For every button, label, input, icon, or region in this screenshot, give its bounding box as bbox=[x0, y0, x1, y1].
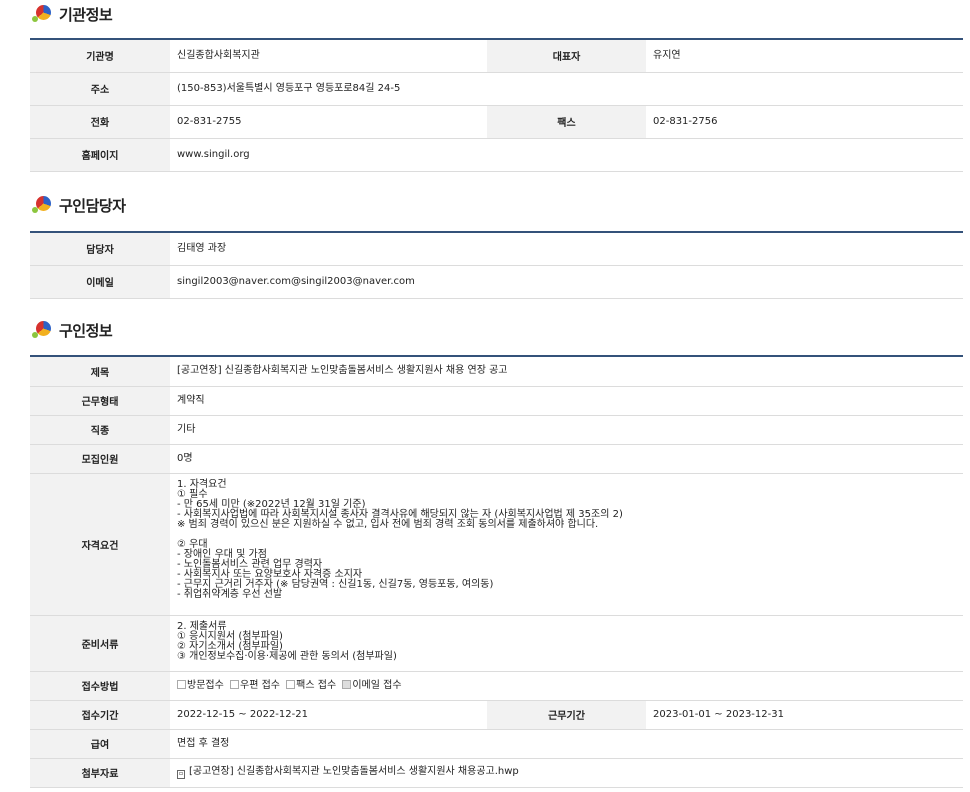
org-info-table: 기관명 신길종합사회복지관 대표자 유지연 주소 (150-853)서울특별시 … bbox=[30, 38, 963, 172]
checkbox bbox=[177, 680, 186, 689]
text-line: - 사회복지사업법에 따라 사회복지시설 종사자 결격사유에 해당되지 않는 자… bbox=[177, 508, 623, 520]
text-line: ① 필수 bbox=[177, 488, 208, 500]
table-row: 첨부자료 ▫ [공고연장] 신길종합사회복지관 노인맞춤돌봄서비스 생활지원사 채… bbox=[30, 758, 964, 788]
method-mail: 우편 접수 bbox=[230, 680, 280, 691]
job-table: 제목 [공고연장] 신길종합사회복지관 노인맞춤돌봄서비스 생활지원사 채용 연… bbox=[30, 355, 964, 788]
work-period: 2023-01-01 ~ 2023-12-31 bbox=[646, 700, 964, 730]
text-line: ② 우대 bbox=[177, 538, 208, 550]
bullet-logo-icon bbox=[32, 195, 54, 215]
fax: 02-831-2756 bbox=[646, 105, 963, 139]
text-line: ※ 범죄 경력이 있으신 분은 지원하실 수 없고, 입사 전에 범죄 경력 조… bbox=[177, 518, 599, 530]
documents-text: 2. 제출서류 ① 응시지원서 (첨부파일) ② 자기소개서 (첨부파일) ③ … bbox=[170, 615, 964, 672]
file-icon: ▫ bbox=[177, 769, 185, 779]
method-fax: 팩스 접수 bbox=[286, 680, 336, 691]
org-name: 신길종합사회복지관 bbox=[170, 39, 487, 73]
table-row: 전화 02-831-2755 팩스 02-831-2756 bbox=[30, 105, 963, 139]
text-line: 1. 자격요건 bbox=[177, 478, 227, 490]
field-label: 직종 bbox=[30, 415, 170, 445]
text-line: - 만 65세 미만 (※2022년 12월 31일 기준) bbox=[177, 498, 366, 510]
work-type: 계약직 bbox=[170, 386, 964, 416]
text-line: - 장애인 우대 및 가점 bbox=[177, 548, 267, 560]
field-label: 대표자 bbox=[487, 39, 646, 73]
field-label: 전화 bbox=[30, 105, 170, 139]
table-row: 주소 (150-853)서울특별시 영등포구 영등포로84길 24-5 bbox=[30, 72, 963, 106]
text-line: - 취업취약계층 우선 선발 bbox=[177, 588, 283, 600]
table-row: 제목 [공고연장] 신길종합사회복지관 노인맞춤돌봄서비스 생활지원사 채용 연… bbox=[30, 356, 964, 387]
table-row: 기관명 신길종합사회복지관 대표자 유지연 bbox=[30, 39, 963, 73]
table-row: 근무형태 계약직 bbox=[30, 386, 964, 416]
application-methods: 방문접수 우편 접수 팩스 접수 이메일 접수 bbox=[170, 671, 964, 701]
field-label: 팩스 bbox=[487, 105, 646, 139]
section-title-contact: 구인담당자 bbox=[32, 194, 126, 216]
table-row: 담당자 김태영 과장 bbox=[30, 232, 963, 266]
table-row: 직종 기타 bbox=[30, 415, 964, 445]
field-label: 모집인원 bbox=[30, 444, 170, 474]
field-label: 급여 bbox=[30, 729, 170, 759]
bullet-logo-icon bbox=[32, 320, 54, 340]
text-line: ③ 개인정보수집·이용·제공에 관한 동의서 (첨부파일) bbox=[177, 650, 397, 662]
checkbox bbox=[230, 680, 239, 689]
field-label: 담당자 bbox=[30, 232, 170, 266]
checkbox-checked bbox=[342, 680, 352, 689]
field-label: 접수기간 bbox=[30, 700, 170, 730]
address: (150-853)서울특별시 영등포구 영등포로84길 24-5 bbox=[170, 72, 963, 106]
contact-person: 김태영 과장 bbox=[170, 232, 963, 266]
text-line: - 사회복지사 또는 요양보호사 자격증 소지자 bbox=[177, 568, 363, 580]
text-line: - 노인돌봄서비스 관련 업무 경력자 bbox=[177, 558, 323, 570]
contact-email[interactable]: singil2003@naver.com@singil2003@naver.co… bbox=[170, 265, 963, 299]
qualification-text: 1. 자격요건 ① 필수 - 만 65세 미만 (※2022년 12월 31일 … bbox=[170, 473, 964, 616]
field-label: 첨부자료 bbox=[30, 758, 170, 788]
contact-table: 담당자 김태영 과장 이메일 singil2003@naver.com@sing… bbox=[30, 231, 963, 299]
field-label: 제목 bbox=[30, 356, 170, 387]
field-label: 준비서류 bbox=[30, 615, 170, 672]
homepage-link[interactable]: www.singil.org bbox=[170, 138, 963, 172]
section-title-org: 기관정보 bbox=[32, 3, 113, 25]
salary: 면접 후 결정 bbox=[170, 729, 964, 759]
method-email: 이메일 접수 bbox=[342, 680, 402, 691]
method-visit: 방문접수 bbox=[177, 680, 224, 691]
field-label: 접수방법 bbox=[30, 671, 170, 701]
field-label: 근무형태 bbox=[30, 386, 170, 416]
bullet-logo-icon bbox=[32, 4, 54, 24]
job-category: 기타 bbox=[170, 415, 964, 445]
table-row: 급여 면접 후 결정 bbox=[30, 729, 964, 759]
representative: 유지연 bbox=[646, 39, 963, 73]
table-row: 접수기간 2022-12-15 ~ 2022-12-21 근무기간 2023-0… bbox=[30, 700, 964, 730]
table-row: 준비서류 2. 제출서류 ① 응시지원서 (첨부파일) ② 자기소개서 (첨부파… bbox=[30, 615, 964, 672]
table-row: 홈페이지 www.singil.org bbox=[30, 138, 963, 172]
table-row: 자격요건 1. 자격요건 ① 필수 - 만 65세 미만 (※2022년 12월… bbox=[30, 473, 964, 616]
field-label: 기관명 bbox=[30, 39, 170, 73]
field-label: 홈페이지 bbox=[30, 138, 170, 172]
page: { "org": { "title": "기관정보", "rows": { "n… bbox=[0, 0, 970, 792]
checkbox bbox=[286, 680, 296, 689]
text-line: - 근무지 근거리 거주자 (※ 담당권역 : 신길1동, 신길7동, 영등포동… bbox=[177, 578, 494, 590]
section-title-text: 기관정보 bbox=[59, 5, 113, 24]
attachment-link[interactable]: [공고연장] 신길종합사회복지관 노인맞춤돌봄서비스 생활지원사 채용공고.hw… bbox=[189, 766, 519, 777]
recruit-count: 0명 bbox=[170, 444, 964, 474]
attachment: ▫ [공고연장] 신길종합사회복지관 노인맞춤돌봄서비스 생활지원사 채용공고.h… bbox=[170, 758, 964, 788]
table-row: 모집인원 0명 bbox=[30, 444, 964, 474]
section-title-text: 구인담당자 bbox=[59, 196, 126, 215]
field-label: 근무기간 bbox=[487, 700, 646, 730]
text-line: ② 자기소개서 (첨부파일) bbox=[177, 640, 283, 652]
field-label: 주소 bbox=[30, 72, 170, 106]
section-title-text: 구인정보 bbox=[59, 321, 113, 340]
text-line: 2. 제출서류 bbox=[177, 620, 227, 632]
apply-period: 2022-12-15 ~ 2022-12-21 bbox=[170, 700, 487, 730]
field-label: 자격요건 bbox=[30, 473, 170, 616]
field-label: 이메일 bbox=[30, 265, 170, 299]
section-title-job: 구인정보 bbox=[32, 319, 113, 341]
job-subject: [공고연장] 신길종합사회복지관 노인맞춤돌봄서비스 생활지원사 채용 연장 공… bbox=[170, 356, 964, 387]
table-row: 이메일 singil2003@naver.com@singil2003@nave… bbox=[30, 265, 963, 299]
table-row: 접수방법 방문접수 우편 접수 팩스 접수 이메일 접수 bbox=[30, 671, 964, 701]
phone: 02-831-2755 bbox=[170, 105, 487, 139]
text-line: ① 응시지원서 (첨부파일) bbox=[177, 630, 283, 642]
